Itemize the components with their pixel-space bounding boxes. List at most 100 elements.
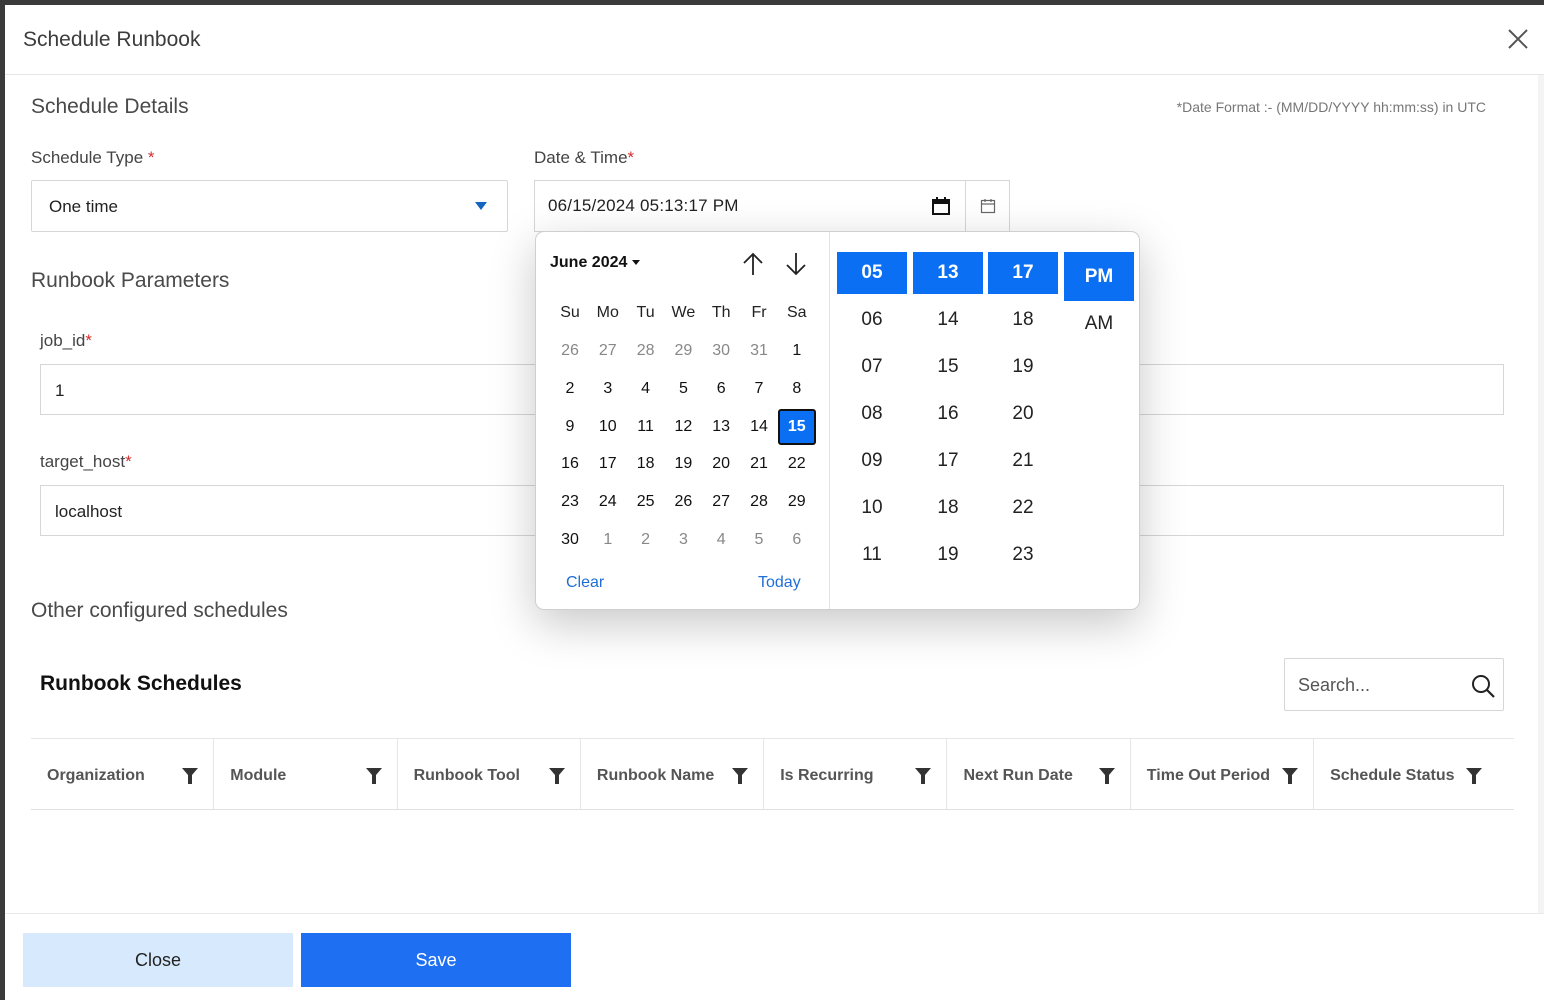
calendar-day[interactable]: 30 — [702, 333, 740, 369]
second-option[interactable]: 23 — [988, 534, 1058, 576]
minute-option[interactable]: 15 — [913, 346, 983, 388]
calendar-day[interactable]: 6 — [778, 522, 816, 558]
today-link[interactable]: Today — [758, 574, 801, 592]
column-header[interactable]: Module — [214, 739, 398, 809]
calendar-day[interactable]: 14 — [740, 409, 778, 445]
hour-option[interactable]: 07 — [837, 346, 907, 388]
clear-link[interactable]: Clear — [566, 574, 604, 592]
column-header[interactable]: Next Run Date — [947, 739, 1131, 809]
minute-option[interactable]: 16 — [913, 393, 983, 435]
calendar-day[interactable]: 25 — [627, 484, 665, 520]
calendar-day[interactable]: 2 — [551, 371, 589, 407]
calendar-day[interactable]: 1 — [589, 522, 627, 558]
calendar-day[interactable]: 30 — [551, 522, 589, 558]
second-option[interactable]: 17 — [988, 252, 1058, 294]
second-option[interactable]: 20 — [988, 393, 1058, 435]
calendar-day[interactable]: 19 — [664, 446, 702, 482]
column-header[interactable]: Schedule Status — [1314, 739, 1497, 809]
calendar-day[interactable]: 13 — [702, 409, 740, 445]
other-schedules-title: Other configured schedules — [31, 599, 288, 622]
search-input[interactable]: Search... — [1284, 658, 1504, 711]
month-year-dropdown[interactable]: June 2024 — [550, 254, 641, 272]
scrollbar[interactable] — [1538, 75, 1544, 913]
calendar-day[interactable]: 6 — [702, 371, 740, 407]
calendar-day[interactable]: 18 — [627, 446, 665, 482]
hour-option[interactable]: 06 — [837, 299, 907, 341]
calendar-day[interactable]: 16 — [551, 446, 589, 482]
arrow-up-icon[interactable] — [741, 251, 765, 277]
close-icon[interactable] — [1506, 27, 1530, 51]
calendar-day[interactable]: 24 — [589, 484, 627, 520]
calendar-day[interactable]: 2 — [627, 522, 665, 558]
calendar-day[interactable]: 10 — [589, 409, 627, 445]
second-option[interactable]: 18 — [988, 299, 1058, 341]
calendar-day[interactable]: 1 — [778, 333, 816, 369]
calendar-day[interactable]: 26 — [551, 333, 589, 369]
filter-icon[interactable] — [365, 767, 383, 785]
column-header[interactable]: Time Out Period — [1131, 739, 1315, 809]
column-header[interactable]: Runbook Tool — [398, 739, 581, 809]
schedule-type-select[interactable]: One time — [31, 180, 508, 232]
hour-option[interactable]: 09 — [837, 440, 907, 482]
calendar-day[interactable]: 7 — [740, 371, 778, 407]
am-option[interactable]: AM — [1064, 309, 1134, 339]
second-option[interactable]: 22 — [988, 487, 1058, 529]
pm-option[interactable]: PM — [1064, 252, 1134, 301]
calendar-day[interactable]: 21 — [740, 446, 778, 482]
filter-icon[interactable] — [731, 767, 749, 785]
calendar-day[interactable]: 29 — [664, 333, 702, 369]
hour-option[interactable]: 10 — [837, 487, 907, 529]
arrow-down-icon[interactable] — [784, 251, 808, 277]
calendar-day[interactable]: 22 — [778, 446, 816, 482]
calendar-day[interactable]: 28 — [740, 484, 778, 520]
calendar-day[interactable]: 4 — [627, 371, 665, 407]
minute-option[interactable]: 19 — [913, 534, 983, 576]
calendar-day[interactable]: 27 — [702, 484, 740, 520]
calendar-day[interactable]: 31 — [740, 333, 778, 369]
open-datepicker-button[interactable] — [965, 180, 1010, 232]
calendar-day[interactable]: 5 — [740, 522, 778, 558]
calendar-icon[interactable] — [932, 197, 950, 215]
calendar-day[interactable]: 12 — [664, 409, 702, 445]
calendar-day[interactable]: 5 — [664, 371, 702, 407]
calendar-day[interactable]: 3 — [589, 371, 627, 407]
weekday-label: Tu — [636, 304, 655, 321]
calendar-day[interactable]: 3 — [664, 522, 702, 558]
hour-option[interactable]: 11 — [837, 534, 907, 576]
calendar-day[interactable]: 23 — [551, 484, 589, 520]
column-header[interactable]: Organization — [31, 739, 215, 809]
calendar-day[interactable]: 26 — [664, 484, 702, 520]
calendar-icon — [980, 199, 996, 214]
filter-icon[interactable] — [1098, 767, 1116, 785]
column-header[interactable]: Is Recurring — [764, 739, 948, 809]
minute-option[interactable]: 14 — [913, 299, 983, 341]
column-header-label: Is Recurring — [780, 767, 874, 784]
calendar-day[interactable]: 17 — [589, 446, 627, 482]
hour-option[interactable]: 08 — [837, 393, 907, 435]
calendar-day[interactable]: 4 — [702, 522, 740, 558]
minute-option[interactable]: 13 — [913, 252, 983, 294]
filter-icon[interactable] — [548, 767, 566, 785]
second-option[interactable]: 19 — [988, 346, 1058, 388]
filter-icon[interactable] — [1465, 767, 1483, 785]
save-button[interactable]: Save — [301, 933, 571, 987]
filter-icon[interactable] — [181, 767, 199, 785]
calendar-day[interactable]: 15 — [777, 408, 816, 445]
close-button[interactable]: Close — [23, 933, 293, 987]
calendar-day[interactable]: 29 — [778, 484, 816, 520]
calendar-day[interactable]: 28 — [627, 333, 665, 369]
minute-option[interactable]: 18 — [913, 487, 983, 529]
search-icon[interactable] — [1470, 673, 1496, 699]
second-option[interactable]: 21 — [988, 440, 1058, 482]
calendar-day[interactable]: 11 — [627, 409, 665, 445]
calendar-day[interactable]: 8 — [778, 371, 816, 407]
calendar-day[interactable]: 20 — [702, 446, 740, 482]
datetime-input[interactable]: 06/15/2024 05:13:17 PM — [534, 180, 966, 232]
filter-icon[interactable] — [1281, 767, 1299, 785]
column-header[interactable]: Runbook Name — [581, 739, 765, 809]
calendar-day[interactable]: 9 — [551, 409, 589, 445]
filter-icon[interactable] — [914, 767, 932, 785]
calendar-day[interactable]: 27 — [589, 333, 627, 369]
minute-option[interactable]: 17 — [913, 440, 983, 482]
hour-option[interactable]: 05 — [837, 252, 907, 294]
